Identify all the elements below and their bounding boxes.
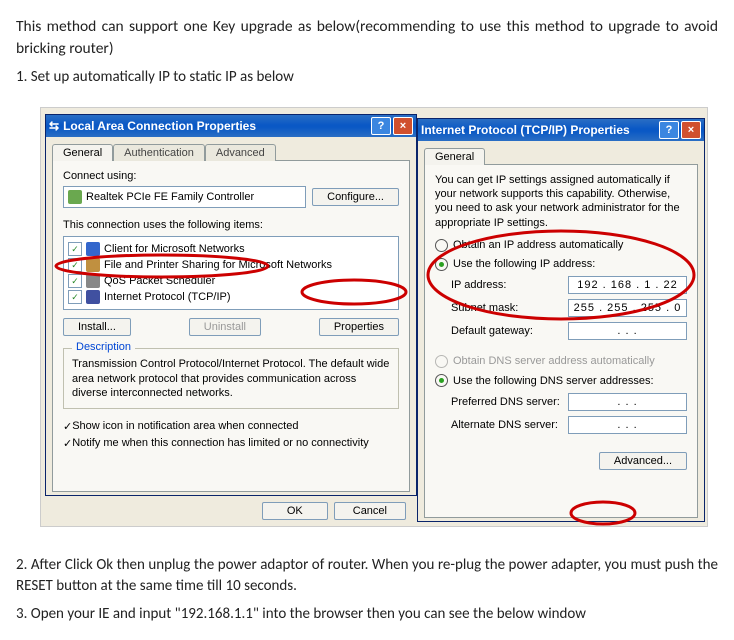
radio-label: Obtain DNS server address automatically [453,354,655,368]
tab-panel: You can get IP settings assigned automat… [424,164,698,518]
check-icon[interactable]: ✓ [68,258,82,272]
radio-label: Use the following IP address: [453,257,595,271]
gateway-label: Default gateway: [451,324,568,338]
items-label: This connection uses the following items… [63,218,399,232]
radio-label: Obtain an IP address automatically [453,238,623,252]
titlebar: ⇆ Local Area Connection Properties ? × [46,115,416,137]
gateway-field[interactable]: . . . [568,322,687,340]
titlebar: Internet Protocol (TCP/IP) Properties ? … [418,119,704,141]
component-list[interactable]: ✓ Client for Microsoft Networks ✓ File and… [63,236,399,310]
ip-address-field[interactable]: 192 . 168 . 1 . 22 [568,276,687,294]
step3: 3. Open your IE and input "192.168.1.1" … [16,604,718,626]
radio-manual-dns[interactable] [435,374,448,387]
ok-button[interactable]: OK [262,502,328,520]
lan-properties-window: ⇆ Local Area Connection Properties ? × G… [45,114,417,496]
notify-checkbox-label: Notify me when this connection has limit… [72,436,369,450]
intro-text: This method can support one Key upgrade … [16,16,718,61]
screenshot-figure: ⇆ Local Area Connection Properties ? × G… [40,107,708,527]
tcpip-properties-window: Internet Protocol (TCP/IP) Properties ? … [417,118,705,522]
help-button[interactable]: ? [371,117,391,135]
check-icon[interactable]: ✓ [68,242,82,256]
help-button[interactable]: ? [659,121,679,139]
preferred-dns-label: Preferred DNS server: [451,395,568,409]
check-icon[interactable]: ✓ [68,274,82,288]
list-item: Client for Microsoft Networks [104,243,245,255]
blurb: You can get IP settings assigned automat… [435,173,687,230]
tcpip-icon [86,290,100,304]
tab-general[interactable]: General [52,144,113,161]
check-icon[interactable]: ✓ [63,420,72,433]
share-icon [86,258,100,272]
radio-auto-ip[interactable] [435,239,448,252]
install-button[interactable]: Install... [63,318,131,336]
preferred-dns-field[interactable]: . . . [568,393,687,411]
list-item-tcpip: Internet Protocol (TCP/IP) [104,291,231,303]
alternate-dns-field[interactable]: . . . [568,416,687,434]
properties-button[interactable]: Properties [319,318,399,336]
close-button[interactable]: × [393,117,413,135]
check-icon[interactable]: ✓ [63,437,72,450]
dialog-buttons: OK Cancel [418,524,704,527]
nic-icon [68,190,82,204]
ip-label: IP address: [451,278,568,292]
tab-authentication[interactable]: Authentication [113,144,205,161]
step1: 1. Set up automatically IP to static IP … [16,67,718,89]
tabs: General [424,147,698,164]
list-item: File and Printer Sharing for Microsoft N… [104,259,332,271]
nic-name: Realtek PCIe FE Family Controller [86,191,254,203]
close-button[interactable]: × [681,121,701,139]
radio-auto-dns [435,355,448,368]
description-text: Transmission Control Protocol/Internet P… [72,357,390,400]
cancel-button[interactable]: Cancel [334,502,406,520]
sys-icon: ⇆ [49,119,59,133]
configure-button[interactable]: Configure... [312,188,399,206]
check-icon[interactable]: ✓ [68,290,82,304]
list-item: QoS Packet Scheduler [104,275,215,287]
tab-general[interactable]: General [424,148,485,165]
window-title: Internet Protocol (TCP/IP) Properties [421,123,657,137]
qos-icon [86,274,100,288]
alternate-dns-label: Alternate DNS server: [451,418,568,432]
tab-advanced[interactable]: Advanced [205,144,276,161]
advanced-button[interactable]: Advanced... [599,452,687,470]
connect-using-label: Connect using: [63,169,399,183]
tab-panel: Connect using: Realtek PCIe FE Family Co… [52,160,410,492]
uninstall-button: Uninstall [189,318,261,336]
description-legend: Description [72,341,135,353]
step2: 2. After Click Ok then unplug the power … [16,555,718,599]
mask-label: Subnet mask: [451,301,568,315]
tabs: General Authentication Advanced [52,143,410,160]
radio-manual-ip[interactable] [435,258,448,271]
show-icon-checkbox-label: Show icon in notification area when conn… [72,419,298,433]
client-icon [86,242,100,256]
window-title: Local Area Connection Properties [63,119,369,133]
radio-label: Use the following DNS server addresses: [453,374,654,388]
nic-field: Realtek PCIe FE Family Controller [63,186,306,208]
dialog-buttons: OK Cancel [46,498,416,526]
subnet-mask-field[interactable]: 255 . 255 . 255 . 0 [568,299,687,317]
